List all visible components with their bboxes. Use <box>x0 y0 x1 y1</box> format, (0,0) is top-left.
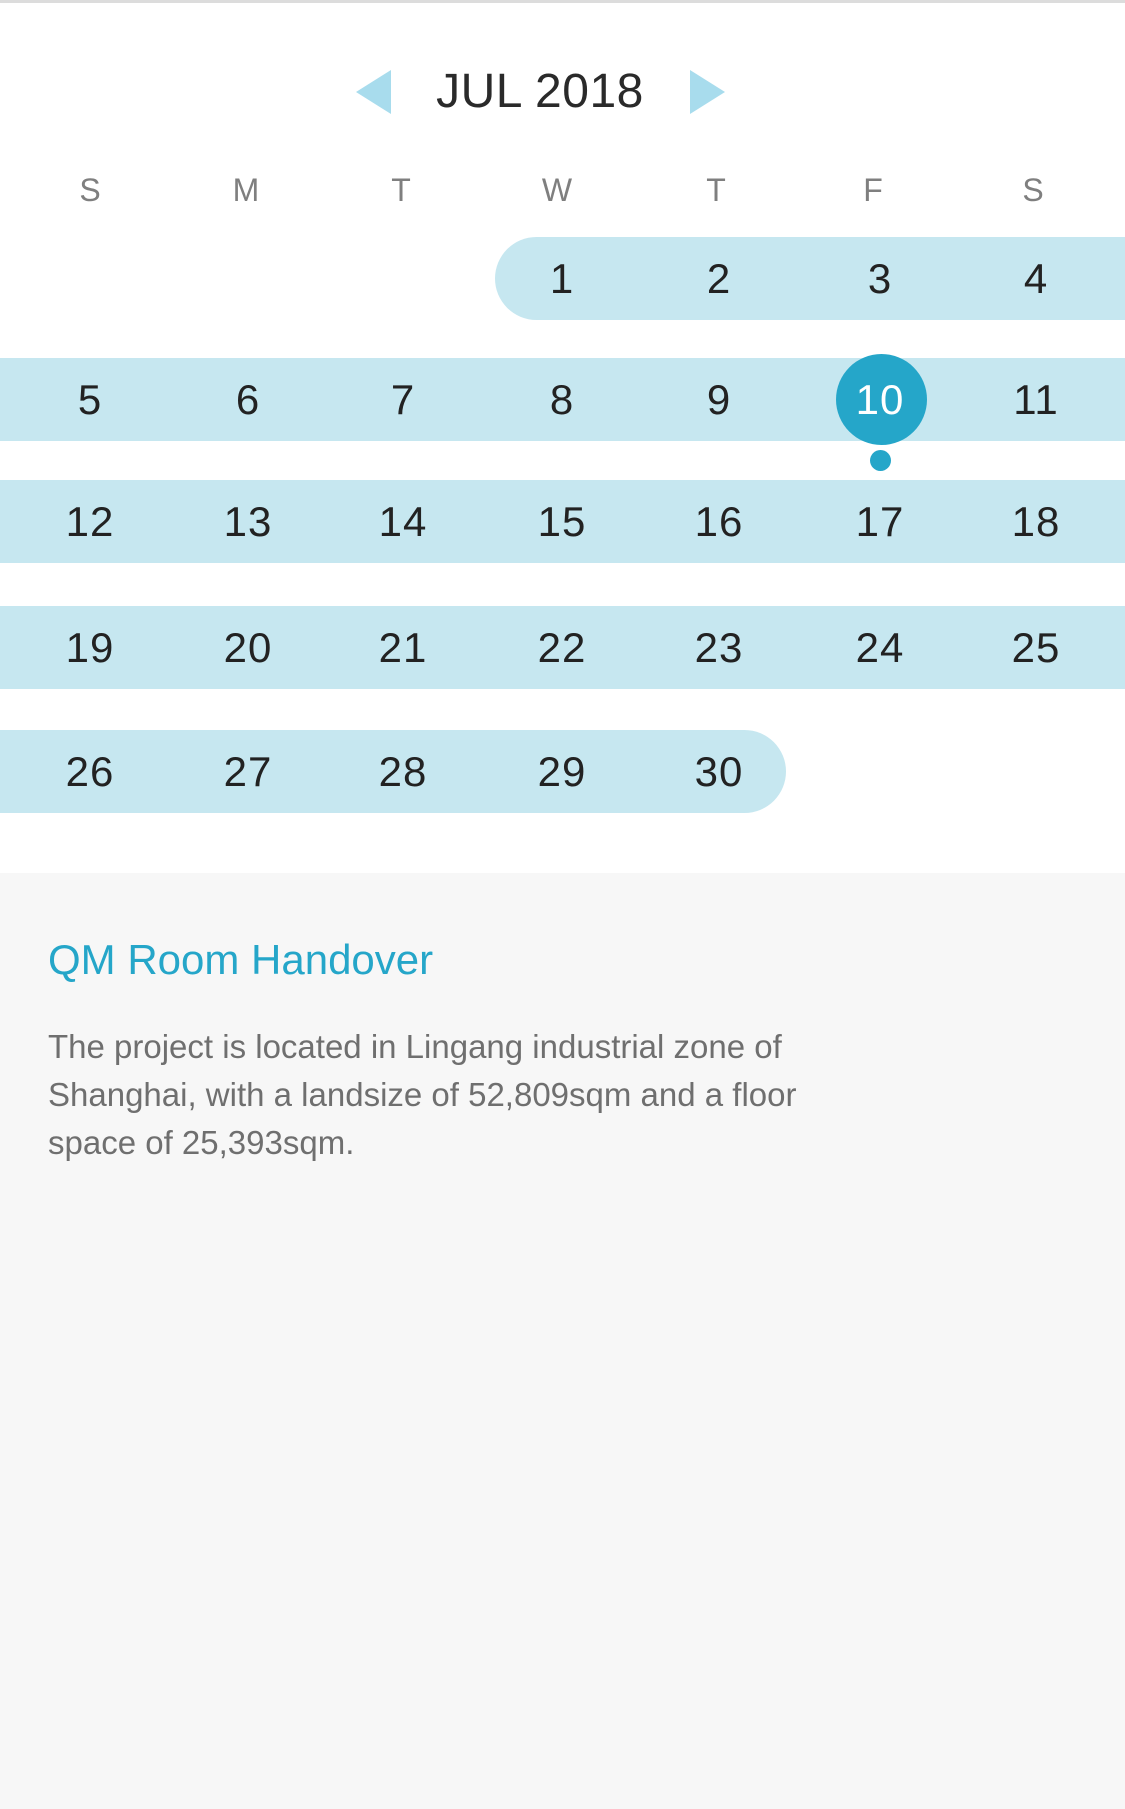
day-cell[interactable]: 26 <box>45 730 135 813</box>
weekday-label: T <box>706 172 726 208</box>
day-cell[interactable]: 30 <box>674 730 764 813</box>
day-cell[interactable]: 20 <box>203 606 293 689</box>
weekday-header: S M T W T F S <box>0 165 1125 215</box>
weekday-label: T <box>391 172 411 208</box>
day-cell[interactable]: 8 <box>517 358 607 441</box>
day-cell[interactable]: 4 <box>991 237 1081 320</box>
day-cell[interactable]: 6 <box>203 358 293 441</box>
top-divider <box>0 0 1125 3</box>
day-cell[interactable]: 12 <box>45 480 135 563</box>
weekday-label: S <box>1022 172 1044 208</box>
selected-day-cell[interactable]: 10 <box>835 358 925 441</box>
weekday-label: M <box>232 172 260 208</box>
day-cell[interactable]: 5 <box>45 358 135 441</box>
day-cell[interactable]: 9 <box>674 358 764 441</box>
event-detail-panel: QM Room Handover The project is located … <box>0 873 1125 1809</box>
event-dot-icon <box>870 450 891 471</box>
day-cell[interactable]: 3 <box>835 237 925 320</box>
month-title: JUL 2018 <box>436 65 644 118</box>
calendar-header: JUL 2018 <box>0 50 1125 134</box>
weekday-label: F <box>863 172 883 208</box>
day-cell[interactable]: 7 <box>358 358 448 441</box>
weekday-label: W <box>541 172 573 208</box>
day-cell[interactable]: 25 <box>991 606 1081 689</box>
event-title: QM Room Handover <box>48 936 434 983</box>
day-cell[interactable]: 17 <box>835 480 925 563</box>
day-cell[interactable]: 28 <box>358 730 448 813</box>
day-cell[interactable]: 15 <box>517 480 607 563</box>
day-cell[interactable]: 22 <box>517 606 607 689</box>
day-cell[interactable]: 18 <box>991 480 1081 563</box>
day-cell[interactable]: 24 <box>835 606 925 689</box>
day-cell[interactable]: 23 <box>674 606 764 689</box>
day-cell[interactable]: 19 <box>45 606 135 689</box>
event-description: The project is located in Lingang indust… <box>48 1028 797 1161</box>
day-cell[interactable]: 13 <box>203 480 293 563</box>
next-month-icon[interactable] <box>690 70 725 114</box>
weekday-label: S <box>79 172 101 208</box>
day-cell[interactable]: 2 <box>674 237 764 320</box>
day-cell[interactable]: 1 <box>517 237 607 320</box>
day-cell[interactable]: 29 <box>517 730 607 813</box>
prev-month-icon[interactable] <box>356 70 391 114</box>
calendar-screen: JUL 2018 S M T W T F S 1 2 3 4 5 6 7 8 9 10 11 12 13… <box>0 0 1125 1809</box>
day-cell[interactable]: 11 <box>991 358 1081 441</box>
day-cell[interactable]: 27 <box>203 730 293 813</box>
day-cell[interactable]: 16 <box>674 480 764 563</box>
day-cell[interactable]: 21 <box>358 606 448 689</box>
day-cell[interactable]: 14 <box>358 480 448 563</box>
